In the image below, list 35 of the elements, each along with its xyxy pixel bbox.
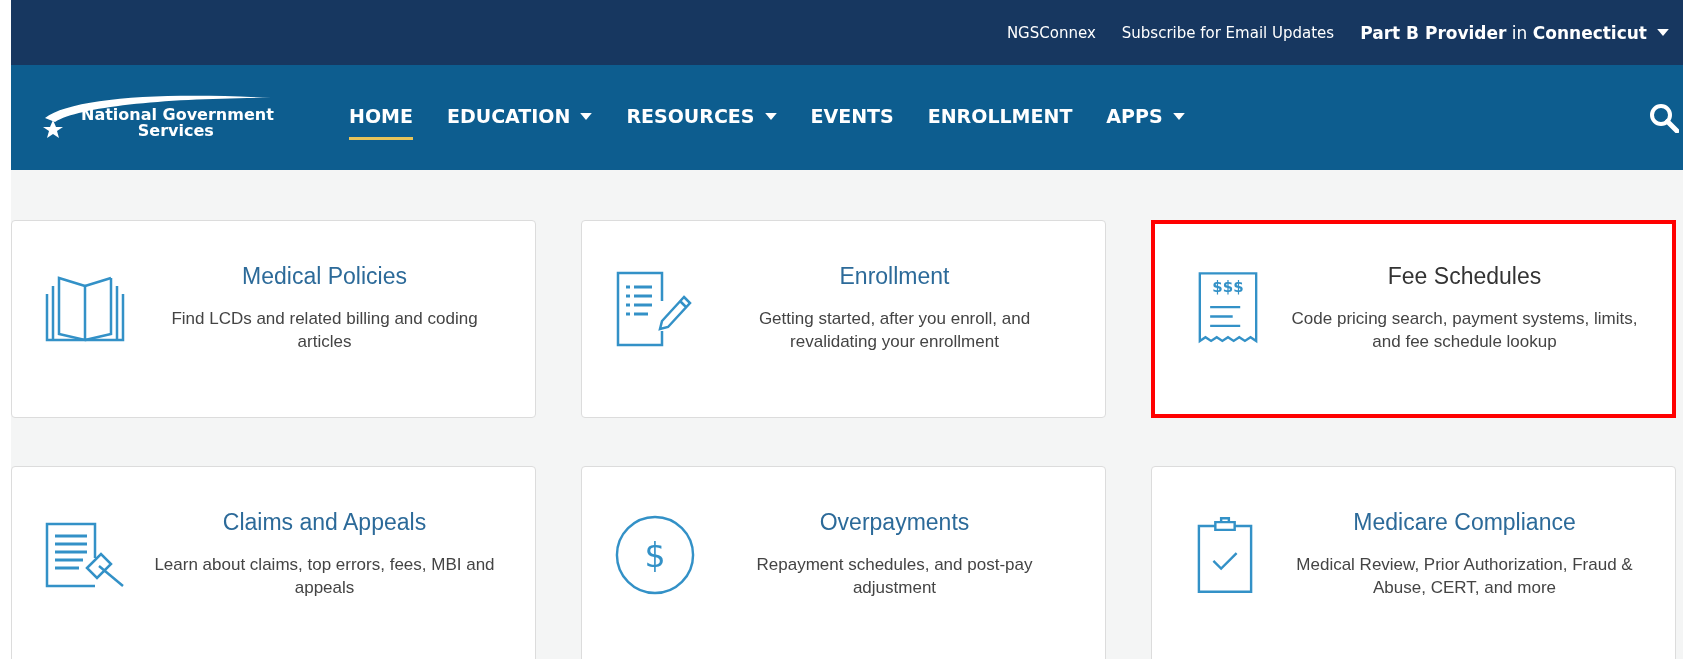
nav-item[interactable]: EVENTS (810, 95, 894, 140)
card-description: Getting started, after you enroll, and revalidating your enrollment (757, 307, 1032, 353)
link-card[interactable]: $$$ Fee Schedules Code pricing search, payment systems, limits, and fee schedule lookup (1151, 220, 1676, 418)
card-description: Code pricing search, payment systems, limits, and fee schedule lookup (1290, 307, 1639, 353)
nav-item[interactable]: APPS (1106, 95, 1185, 140)
link-card[interactable]: Enrollment Getting started, after you enroll, and revalidating your enrollment (581, 220, 1106, 418)
caret-icon (1657, 29, 1669, 36)
dollar-circle-icon: $ (614, 514, 696, 596)
card-description: Repayment schedules, and post-pay adjustment (755, 553, 1034, 599)
logo-text: National Government (81, 106, 274, 123)
link-card[interactable]: $ Overpayments Repayment schedules, and post-pay adjustment (581, 466, 1106, 659)
nav-item[interactable]: ENROLLMENT (927, 95, 1073, 140)
link-card[interactable]: Medicare Compliance Medical Review, Prior Authorization, Fraud & Abuse, CERT, and more (1151, 466, 1676, 659)
search-icon[interactable] (1649, 102, 1679, 133)
logo[interactable]: National Government Services (41, 87, 311, 148)
card-title: Enrollment (838, 262, 951, 290)
provider-selector[interactable]: Part B Provider in Connecticut (1360, 22, 1669, 43)
link-card[interactable]: Medical Policies Find LCDs and related billing and coding articles (11, 220, 536, 418)
card-title: Fee Schedules (1386, 262, 1543, 290)
card-description: Find LCDs and related billing and coding articles (170, 307, 479, 353)
logo-text: Services (137, 122, 214, 139)
card-title: Claims and Appeals (221, 508, 428, 536)
top-link[interactable]: NGSConnex (1006, 23, 1096, 42)
nav-item[interactable]: EDUCATION (446, 95, 593, 140)
card-title: Medical Policies (241, 262, 408, 290)
card-description: Medical Review, Prior Authorization, Fraud & Abuse, CERT, and more (1295, 553, 1634, 599)
nav-item[interactable]: RESOURCES (626, 95, 777, 140)
card-title: Medicare Compliance (1352, 508, 1577, 536)
nav-item[interactable]: HOME (349, 95, 413, 140)
clipboard-check-icon (1196, 515, 1254, 595)
top-link[interactable]: Subscribe for Email Updates (1121, 23, 1335, 42)
open-book-icon (43, 274, 127, 344)
card-description: Learn about claims, top errors, fees, MBI and appeals (153, 553, 496, 599)
link-card[interactable]: Claims and Appeals Learn about claims, top errors, fees, MBI and appeals (11, 466, 536, 659)
card-title: Overpayments (818, 508, 971, 536)
